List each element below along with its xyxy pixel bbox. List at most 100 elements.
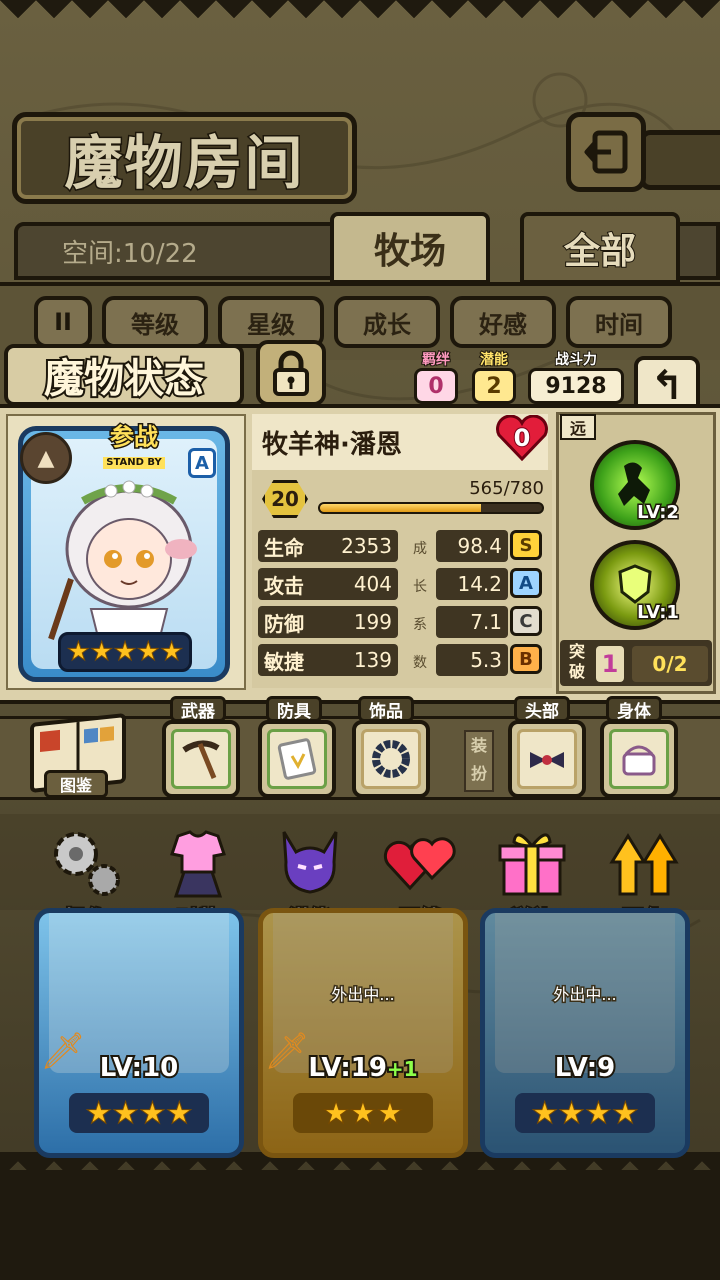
growth-label-char: 长 (413, 579, 427, 595)
weapon-slot[interactable] (162, 720, 240, 798)
stat-value: 404 (353, 572, 392, 596)
growth-value: 7.1 (470, 610, 502, 634)
stat-label: 防御 (264, 611, 304, 636)
grade-badge: S (510, 530, 542, 560)
gift-icon (490, 820, 574, 904)
exit-arrow-icon (584, 130, 628, 174)
affection-value: 0 (513, 423, 532, 453)
roster-level: LV:9 (553, 1051, 617, 1085)
growth-defense: 7.1 (436, 606, 508, 638)
breakthrough-progress: 0/2 (632, 646, 708, 682)
grade-badge: C (510, 606, 542, 636)
bond-chip: 羁绊 0 (414, 351, 458, 406)
lock-icon (273, 350, 309, 396)
tabs-tail (680, 222, 720, 280)
sword-icon: 🗡 (264, 1031, 310, 1072)
sword-icon: 🗡 (40, 1031, 86, 1072)
growth-label-char: 系 (413, 617, 427, 633)
hearts-icon (378, 820, 462, 904)
hair-bow-icon (517, 729, 577, 789)
space-capacity-text: 空间:10/22 (62, 238, 198, 269)
bottom-border (0, 1152, 720, 1280)
bead-bracelet-icon (361, 729, 421, 789)
gears-icon (44, 820, 128, 904)
scroll-armor-icon (267, 729, 327, 789)
stat-attack: 攻击 404 (258, 568, 398, 600)
growth-attack: 14.2 (436, 568, 508, 600)
potential-label: 潜能 (479, 351, 509, 369)
body-slot[interactable] (600, 720, 678, 798)
status-title-plate: 魔物状态 (4, 344, 244, 406)
star-icon: ★ (66, 637, 91, 667)
roster-stars: ★★★★ (69, 1093, 209, 1133)
stat-label: 生命 (264, 535, 304, 560)
growth-agility: 5.3 (436, 644, 508, 676)
power-chip: 战斗力 9128 (528, 351, 624, 406)
stat-value: 199 (353, 610, 392, 634)
head-slot[interactable] (508, 720, 586, 798)
satchel-icon (609, 729, 669, 789)
space-capacity-bar: 空间:10/22 (14, 222, 334, 280)
stat-label: 敏捷 (264, 649, 304, 674)
exp-bar-fill (320, 504, 481, 512)
star-icon: ★ (113, 637, 137, 667)
outfit-icon (156, 820, 240, 904)
roster-status: 外出中... (330, 984, 396, 1006)
armor-slot[interactable] (258, 720, 336, 798)
accessory-slot[interactable] (352, 720, 430, 798)
exp-bar (318, 502, 544, 514)
standby-label: 参战 (109, 423, 160, 452)
demon-potential-icon (268, 820, 352, 904)
potential-chip: 潜能 2 (472, 351, 516, 406)
tab-ranch[interactable]: 牧场 (330, 212, 490, 284)
growth-hp: 98.4 (436, 530, 508, 562)
breakthrough-label: 突破 (568, 642, 585, 681)
affection-badge: 0 (494, 414, 550, 462)
sort-time-button[interactable]: 时间 (566, 296, 672, 348)
slot-label-armor: 防具 (266, 696, 322, 722)
sort-growth-button[interactable]: 成长 (334, 296, 440, 348)
sort-level-button[interactable]: 等级 (102, 296, 208, 348)
page-title: 魔物房间 (63, 128, 305, 199)
standby-label-en: STAND BY (103, 457, 165, 469)
range-tag: 远 (560, 414, 596, 440)
lock-button[interactable] (256, 340, 326, 406)
rank-badge: A (188, 448, 216, 478)
growth-value: 14.2 (457, 572, 502, 596)
upgrade-arrows-icon (602, 820, 686, 904)
bond-value: 0 (414, 368, 458, 404)
star-icon: ★ (159, 637, 184, 667)
book-label[interactable]: 图鉴 (44, 770, 108, 798)
pickaxe-icon (171, 729, 231, 789)
growth-value: 98.4 (457, 534, 502, 558)
sort-order-toggle[interactable]: II (34, 296, 92, 348)
grade-badge: A (510, 568, 542, 598)
sort-affection-button[interactable]: 好感 (450, 296, 556, 348)
roster-status: 外出中... (552, 984, 618, 1006)
power-label: 战斗力 (554, 351, 598, 369)
role-class-icon: ▲ (20, 432, 72, 484)
tab-all[interactable]: 全部 (520, 212, 680, 284)
skill-1-level: LV:2 (636, 501, 681, 525)
standby-badge: 参战 STAND BY (82, 423, 186, 469)
stat-value: 139 (353, 648, 392, 672)
exit-button[interactable] (566, 112, 646, 192)
stat-agility: 敏捷 139 (258, 644, 398, 676)
star-icon: ★ (136, 637, 160, 667)
stat-defense: 防御 199 (258, 606, 398, 638)
bond-label: 羁绊 (421, 351, 451, 369)
power-value: 9128 (528, 368, 624, 404)
monster-stars: ★ ★ ★ ★ ★ (58, 632, 192, 672)
roster-stars: ★★★ (293, 1093, 433, 1133)
breakthrough-count: 1 (596, 646, 624, 682)
grade-badge: B (510, 644, 542, 674)
roster-card[interactable]: 外出中... LV:9 ★★★★ (480, 908, 690, 1158)
star-icon: ★ (90, 637, 114, 667)
skill-2-level: LV:1 (636, 601, 681, 625)
monster-name: 牧羊神·潘恩 (262, 429, 402, 460)
growth-label-char: 成 (413, 541, 427, 557)
stat-hp: 生命 2353 (258, 530, 398, 562)
dress-label: 装扮 (464, 730, 494, 792)
top-border (0, 0, 720, 36)
slot-label-weapon: 武器 (170, 696, 226, 722)
